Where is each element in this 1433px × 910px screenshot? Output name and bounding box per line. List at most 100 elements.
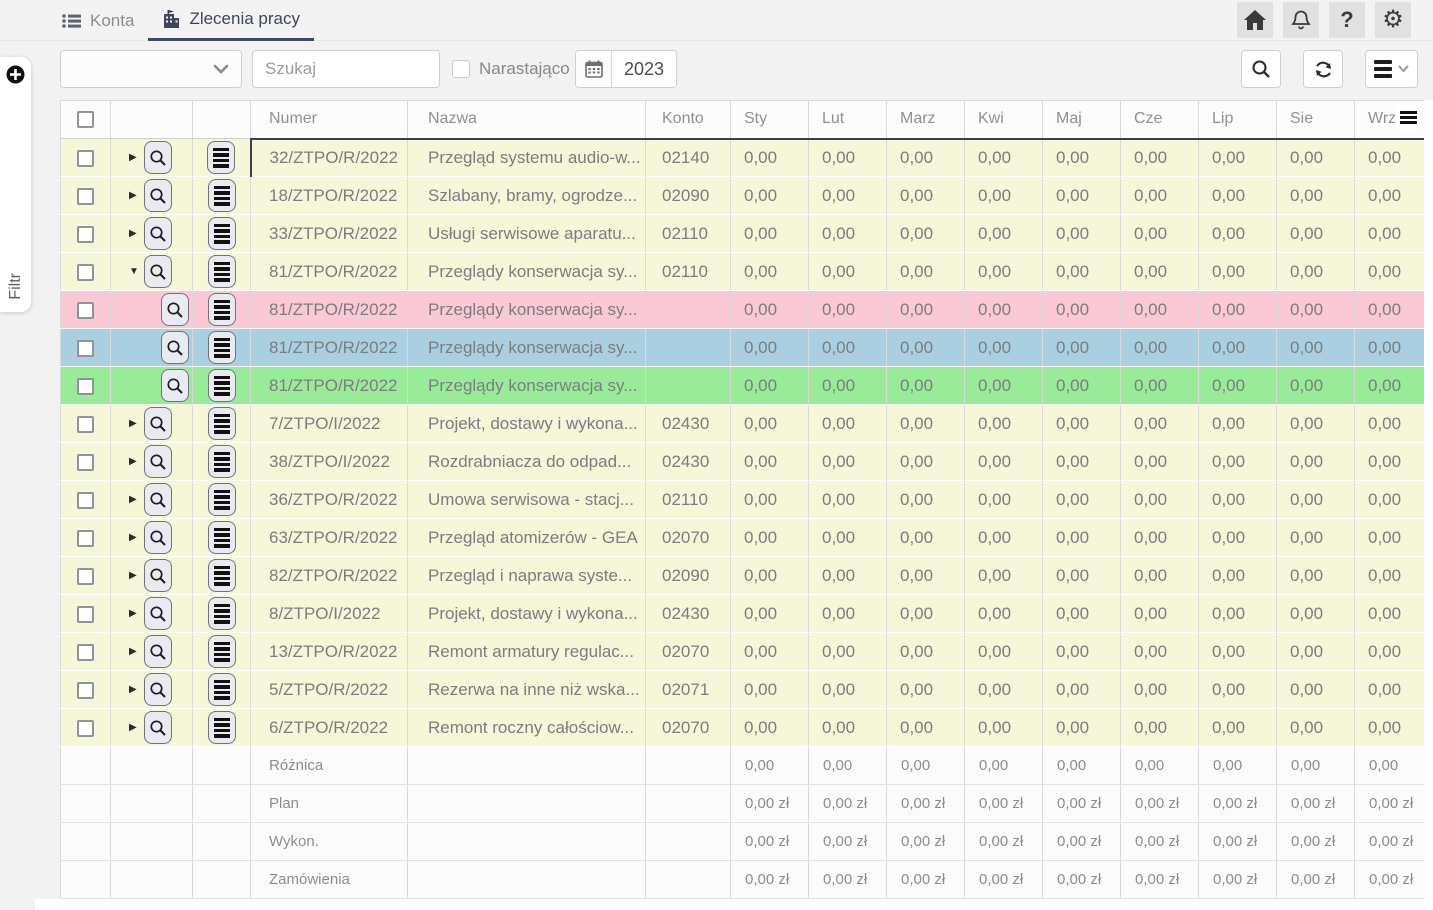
expand-arrow-icon[interactable]: ▶ <box>129 608 139 619</box>
row-checkbox[interactable] <box>77 378 94 395</box>
row-zoom-button[interactable] <box>144 711 172 744</box>
tab-konta[interactable]: Konta <box>48 0 148 41</box>
row-menu-button[interactable] <box>208 369 236 402</box>
row-checkbox[interactable] <box>77 530 94 547</box>
row-menu-button[interactable] <box>208 255 236 288</box>
row-checkbox[interactable] <box>77 454 94 471</box>
row-zoom-button[interactable] <box>144 635 172 668</box>
column-chooser-button[interactable] <box>1395 104 1421 130</box>
row-menu-button[interactable] <box>208 445 236 478</box>
calendar-button[interactable] <box>576 51 612 87</box>
row-zoom-button[interactable] <box>161 369 189 402</box>
column-header-konto[interactable]: Konto <box>646 101 731 139</box>
expand-arrow-icon[interactable]: ▼ <box>129 266 139 277</box>
expand-arrow-icon[interactable]: ▶ <box>129 152 139 163</box>
table-row[interactable]: ▶ 5/ZTPO/R/2022 Rezerwa na inne niż wska… <box>61 671 1425 709</box>
row-menu-button[interactable] <box>207 141 235 174</box>
row-checkbox[interactable] <box>77 150 94 167</box>
row-zoom-button[interactable] <box>144 445 172 478</box>
filter-select[interactable] <box>60 50 242 88</box>
expand-arrow-icon[interactable]: ▶ <box>129 190 139 201</box>
column-header-month[interactable]: Cze <box>1121 101 1199 139</box>
row-zoom-button[interactable] <box>161 293 189 326</box>
expand-arrow-icon[interactable]: ▶ <box>129 494 139 505</box>
column-header-nazwa[interactable]: Nazwa <box>408 101 646 139</box>
row-menu-button[interactable] <box>208 407 236 440</box>
row-menu-button[interactable] <box>208 673 236 706</box>
expand-arrow-icon[interactable]: ▶ <box>129 532 139 543</box>
table-row[interactable]: ▶ 36/ZTPO/R/2022 Umowa serwisowa - stacj… <box>61 481 1425 519</box>
table-row[interactable]: ▶ 63/ZTPO/R/2022 Przegląd atomizerów - G… <box>61 519 1425 557</box>
column-header-month[interactable]: Maj <box>1043 101 1121 139</box>
row-checkbox[interactable] <box>77 340 94 357</box>
table-row[interactable]: ▶ 33/ZTPO/R/2022 Usługi serwisowe aparat… <box>61 215 1425 253</box>
row-checkbox[interactable] <box>77 226 94 243</box>
expand-arrow-icon[interactable]: ▶ <box>129 646 139 657</box>
row-menu-button[interactable] <box>208 559 236 592</box>
expand-arrow-icon[interactable]: ▶ <box>129 228 139 239</box>
row-menu-button[interactable] <box>208 331 236 364</box>
expand-arrow-icon[interactable]: ▶ <box>129 570 139 581</box>
row-menu-button[interactable] <box>208 293 236 326</box>
row-checkbox[interactable] <box>77 264 94 281</box>
filter-panel-tab[interactable]: Filtr <box>0 57 31 312</box>
menu-button[interactable] <box>1365 50 1418 88</box>
help-button[interactable]: ? <box>1329 2 1365 38</box>
year-input[interactable] <box>612 51 676 87</box>
expand-arrow-icon[interactable]: ▶ <box>129 684 139 695</box>
row-zoom-button[interactable] <box>144 179 172 212</box>
column-header-month[interactable]: Sie <box>1277 101 1355 139</box>
row-zoom-button[interactable] <box>144 407 172 440</box>
row-checkbox[interactable] <box>77 682 94 699</box>
refresh-button[interactable] <box>1303 50 1343 88</box>
select-all-checkbox[interactable] <box>77 111 94 128</box>
row-menu-button[interactable] <box>208 483 236 516</box>
row-checkbox[interactable] <box>77 568 94 585</box>
table-row[interactable]: 81/ZTPO/R/2022 Przeglądy konserwacja sy.… <box>61 329 1425 367</box>
vertical-scrollbar-area[interactable] <box>1424 100 1433 899</box>
plus-circle-icon[interactable] <box>6 65 25 84</box>
horizontal-scrollbar-area[interactable] <box>35 899 1433 910</box>
row-checkbox[interactable] <box>77 188 94 205</box>
table-row[interactable]: ▶ 7/ZTPO/I/2022 Projekt, dostawy i wykon… <box>61 405 1425 443</box>
tab-zlecenia-pracy[interactable]: Zlecenia pracy <box>148 0 314 41</box>
row-menu-button[interactable] <box>208 597 236 630</box>
table-row[interactable]: ▶ 6/ZTPO/R/2022 Remont roczny całościow.… <box>61 709 1425 747</box>
table-row[interactable]: ▼ 81/ZTPO/R/2022 Przeglądy konserwacja s… <box>61 253 1425 291</box>
row-checkbox[interactable] <box>77 302 94 319</box>
expand-arrow-icon[interactable]: ▶ <box>129 418 139 429</box>
cumulative-checkbox[interactable] <box>452 60 470 78</box>
cumulative-checkbox-row[interactable]: Narastająco <box>452 50 570 88</box>
row-zoom-button[interactable] <box>144 217 172 250</box>
row-checkbox[interactable] <box>77 606 94 623</box>
row-menu-button[interactable] <box>208 217 236 250</box>
row-zoom-button[interactable] <box>144 521 172 554</box>
table-row[interactable]: ▶ 8/ZTPO/I/2022 Projekt, dostawy i wykon… <box>61 595 1425 633</box>
expand-arrow-icon[interactable]: ▶ <box>129 456 139 467</box>
notifications-button[interactable] <box>1283 2 1319 38</box>
column-header-month[interactable]: Lut <box>809 101 887 139</box>
row-menu-button[interactable] <box>208 711 236 744</box>
row-menu-button[interactable] <box>208 179 236 212</box>
search-input[interactable] <box>252 50 440 88</box>
column-header-month[interactable]: Marz <box>887 101 965 139</box>
row-checkbox[interactable] <box>77 644 94 661</box>
table-row[interactable]: 81/ZTPO/R/2022 Przeglądy konserwacja sy.… <box>61 367 1425 405</box>
table-row[interactable]: 81/ZTPO/R/2022 Przeglądy konserwacja sy.… <box>61 291 1425 329</box>
expand-arrow-icon[interactable]: ▶ <box>129 722 139 733</box>
row-zoom-button[interactable] <box>144 597 172 630</box>
row-menu-button[interactable] <box>208 635 236 668</box>
table-row[interactable]: ▶ 13/ZTPO/R/2022 Remont armatury regulac… <box>61 633 1425 671</box>
row-zoom-button[interactable] <box>144 673 172 706</box>
table-row[interactable]: ▶ 18/ZTPO/R/2022 Szlabany, bramy, ogrodz… <box>61 177 1425 215</box>
table-row[interactable]: ▶ 82/ZTPO/R/2022 Przegląd i naprawa syst… <box>61 557 1425 595</box>
row-zoom-button[interactable] <box>161 331 189 364</box>
row-zoom-button[interactable] <box>144 559 172 592</box>
row-checkbox[interactable] <box>77 720 94 737</box>
row-zoom-button[interactable] <box>144 141 172 174</box>
column-header-month[interactable]: Kwi <box>965 101 1043 139</box>
row-zoom-button[interactable] <box>144 483 172 516</box>
row-checkbox[interactable] <box>77 416 94 433</box>
row-menu-button[interactable] <box>208 521 236 554</box>
table-row[interactable]: ▶ 38/ZTPO/I/2022 Rozdrabniacza do odpad.… <box>61 443 1425 481</box>
